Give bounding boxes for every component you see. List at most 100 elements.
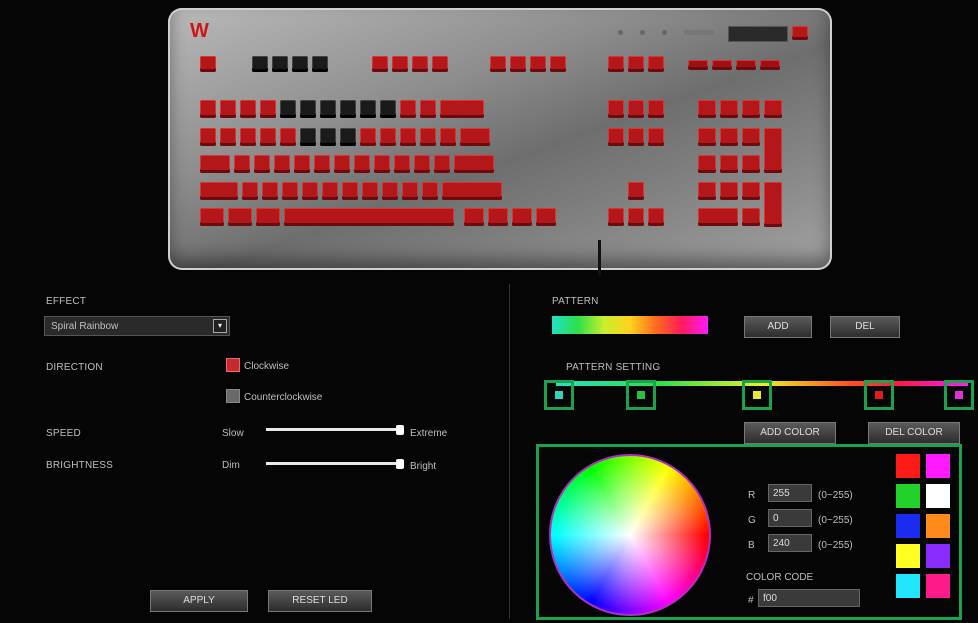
keyboard-key <box>254 155 270 173</box>
keyboard-key <box>200 208 224 226</box>
keyboard-key <box>512 208 532 226</box>
keyboard-key <box>392 56 408 72</box>
pattern-stop[interactable] <box>742 380 772 410</box>
brightness-min-label: Dim <box>222 460 240 471</box>
keyboard-key <box>252 56 268 72</box>
keyboard-key <box>240 128 256 146</box>
keyboard-key <box>628 182 644 200</box>
keyboard-key <box>322 182 338 200</box>
keyboard-key <box>280 128 296 146</box>
keyboard-key <box>608 56 624 72</box>
color-swatch[interactable] <box>896 514 920 538</box>
keyboard-display <box>728 26 788 42</box>
b-input[interactable]: 240 <box>768 534 812 552</box>
keyboard-key <box>720 128 738 146</box>
keyboard-key <box>312 56 328 72</box>
pattern-stop[interactable] <box>944 380 974 410</box>
keyboard-key <box>698 128 716 146</box>
keyboard-key <box>220 128 236 146</box>
b-label: B <box>748 540 755 551</box>
clockwise-radio[interactable] <box>226 358 240 372</box>
keyboard-key <box>300 100 316 118</box>
keyboard-key <box>280 100 296 118</box>
chevron-down-icon[interactable]: ▾ <box>213 319 227 333</box>
pattern-stop[interactable] <box>544 380 574 410</box>
brightness-slider[interactable] <box>266 462 402 465</box>
keyboard-key <box>372 56 388 72</box>
keyboard-key <box>400 100 416 118</box>
keyboard-key <box>432 56 448 72</box>
keyboard-key <box>440 128 456 146</box>
pattern-stop[interactable] <box>626 380 656 410</box>
r-input[interactable]: 255 <box>768 484 812 502</box>
pattern-del-button[interactable]: DEL <box>830 316 900 338</box>
pattern-setting-label: PATTERN SETTING <box>566 362 661 373</box>
add-color-button[interactable]: ADD COLOR <box>744 422 836 444</box>
color-swatch[interactable] <box>896 574 920 598</box>
keyboard-key <box>460 128 490 146</box>
color-wheel[interactable] <box>549 454 711 616</box>
b-range: (0~255) <box>818 540 853 551</box>
color-code-label: COLOR CODE <box>746 572 814 583</box>
pattern-preview-bar[interactable] <box>552 316 708 334</box>
keyboard-key <box>608 208 624 226</box>
keyboard-key <box>742 155 760 173</box>
keyboard-key <box>200 56 216 72</box>
keyboard-key <box>442 182 502 200</box>
keyboard-key <box>688 60 708 70</box>
keyboard-key <box>648 208 664 226</box>
keyboard-cable <box>598 240 601 276</box>
keyboard-key <box>698 155 716 173</box>
keyboard-key <box>414 155 430 173</box>
color-swatch[interactable] <box>926 484 950 508</box>
hash-label: # <box>748 595 754 606</box>
keyboard-key <box>340 100 356 118</box>
color-swatch[interactable] <box>926 544 950 568</box>
keyboard-key <box>742 100 760 118</box>
apply-button[interactable]: APPLY <box>150 590 248 612</box>
keyboard-key <box>440 100 484 118</box>
keyboard-key <box>454 155 494 173</box>
brightness-slider-thumb[interactable] <box>396 459 404 469</box>
del-color-button[interactable]: DEL COLOR <box>868 422 960 444</box>
keyboard-key <box>362 182 378 200</box>
color-swatch[interactable] <box>926 574 950 598</box>
keyboard-key <box>742 182 760 200</box>
pattern-stop-color <box>875 391 883 399</box>
color-swatch[interactable] <box>926 514 950 538</box>
color-swatch[interactable] <box>896 454 920 478</box>
keyboard-key <box>274 155 290 173</box>
keyboard-key <box>434 155 450 173</box>
keyboard-key <box>736 60 756 70</box>
keyboard-key <box>292 56 308 72</box>
keyboard-key <box>374 155 390 173</box>
keyboard-key <box>380 100 396 118</box>
keyboard-key <box>628 100 644 118</box>
keyboard-preview: W <box>168 8 832 276</box>
color-code-input[interactable]: f00 <box>758 589 860 607</box>
reset-led-button[interactable]: RESET LED <box>268 590 372 612</box>
r-range: (0~255) <box>818 490 853 501</box>
keyboard-key <box>698 208 738 226</box>
keyboard-key <box>354 155 370 173</box>
speed-slider-thumb[interactable] <box>396 425 404 435</box>
color-swatch[interactable] <box>896 484 920 508</box>
keyboard-key <box>400 128 416 146</box>
pattern-add-button[interactable]: ADD <box>744 316 812 338</box>
keyboard-key <box>320 100 336 118</box>
effect-select[interactable]: Spiral Rainbow ▾ <box>44 316 230 336</box>
color-swatch[interactable] <box>896 544 920 568</box>
speed-slider[interactable] <box>266 428 402 431</box>
pattern-stop[interactable] <box>864 380 894 410</box>
keyboard-key <box>648 56 664 72</box>
keyboard-key <box>240 100 256 118</box>
keyboard-key <box>720 155 738 173</box>
brightness-label: BRIGHTNESS <box>46 460 114 471</box>
keyboard-key <box>260 100 276 118</box>
keyboard-key <box>510 56 526 72</box>
color-swatch[interactable] <box>926 454 950 478</box>
counterclockwise-radio[interactable] <box>226 389 240 403</box>
keyboard-key <box>402 182 418 200</box>
g-input[interactable]: 0 <box>768 509 812 527</box>
keyboard-key <box>488 208 508 226</box>
